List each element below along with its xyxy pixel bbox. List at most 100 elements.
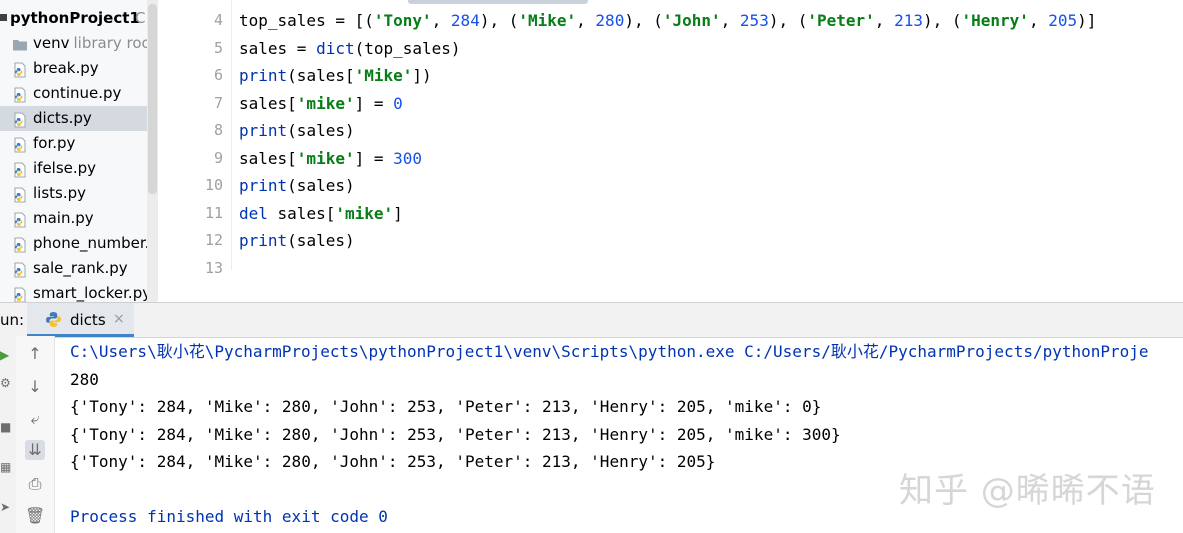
tree-file-break-py[interactable]: break.py	[0, 56, 147, 81]
console-output-line: {'Tony': 284, 'Mike': 280, 'John': 253, …	[70, 424, 841, 444]
code-token: 'Peter'	[807, 11, 875, 30]
print-icon[interactable]: ⎙	[25, 474, 45, 494]
tree-file-dicts-py[interactable]: dicts.py	[0, 106, 147, 131]
code-token: 'mike'	[296, 148, 355, 168]
tree-item-label: venv library root	[33, 34, 157, 52]
code-token: top_sales = [(	[239, 11, 374, 30]
python-file-icon	[12, 261, 28, 278]
code-token: print	[239, 121, 288, 140]
code-token: 'Mike'	[354, 66, 413, 85]
watermark: 知乎 @晞晞不语	[899, 471, 1156, 511]
python-file-icon	[12, 86, 28, 103]
tree-item-label: dicts.py	[33, 109, 92, 127]
python-file-icon	[12, 236, 28, 253]
stop-icon[interactable]: ■	[0, 420, 12, 434]
tree-item-label: continue.py	[33, 84, 122, 102]
tree-file-phone_number-p[interactable]: phone_number.p	[0, 231, 158, 256]
console-command-line: C:\Users\耿小花\PycharmProjects\pythonProje…	[70, 342, 1149, 361]
layout-icon[interactable]: ▦	[0, 460, 12, 474]
tree-file-lists-py[interactable]: lists.py	[0, 181, 147, 206]
code-line[interactable]: sales['mike'] = 0	[239, 92, 403, 116]
folder-icon	[12, 36, 28, 52]
soft-wrap-icon[interactable]: ⤶	[25, 409, 45, 429]
code-token: ,	[1028, 11, 1049, 30]
tree-file-continue-py[interactable]: continue.py	[0, 81, 147, 106]
console-output-line: {'Tony': 284, 'Mike': 280, 'John': 253, …	[70, 452, 716, 471]
code-line[interactable]: sales = dict(top_sales)	[239, 37, 461, 61]
code-line[interactable]: print(sales)	[239, 119, 355, 143]
code-line[interactable]: del sales['mike']	[239, 202, 403, 226]
console-output-line: {'Tony': 284, 'Mike': 280, 'John': 253, …	[70, 397, 822, 416]
code-token: ] =	[354, 148, 394, 168]
code-token: 284	[450, 11, 480, 30]
tab-dicts[interactable]: dicts ×	[27, 303, 134, 337]
editor-scroll-indicator[interactable]	[408, 0, 588, 4]
tree-file-sale_rank-py[interactable]: sale_rank.py	[0, 256, 147, 281]
code-token: ] =	[354, 93, 394, 113]
python-file-icon	[12, 61, 28, 78]
code-token: 'mike'	[296, 93, 355, 113]
code-line[interactable]: top_sales = [('Tony', 284), ('Mike', 280…	[239, 9, 1096, 33]
code-token: ), (	[768, 11, 808, 30]
tree-file-for-py[interactable]: for.py	[0, 131, 147, 156]
code-token: print	[239, 176, 288, 195]
run-panel-header: un: dicts ×	[0, 302, 1183, 338]
code-token: dict	[316, 38, 355, 58]
code-token: 213	[894, 11, 923, 30]
code-token: ), (	[624, 11, 663, 30]
arrow-down-icon[interactable]: ↓	[25, 377, 45, 397]
code-token: del	[239, 203, 268, 223]
code-token: )]	[1077, 11, 1097, 30]
wrench-icon[interactable]: ⚙	[0, 376, 12, 390]
pin-icon[interactable]: ➤	[0, 500, 12, 514]
code-token: ]	[393, 203, 403, 223]
line-number: 13	[204, 258, 223, 277]
trash-icon[interactable]: 🗑	[25, 506, 45, 526]
line-number: 8	[213, 121, 223, 139]
tree-scrollbar-thumb[interactable]	[148, 4, 157, 194]
code-token: 253	[739, 11, 769, 30]
tree-file-main-py[interactable]: main.py	[0, 206, 147, 231]
run-toolbar: ↑ ↓ ⤶ ⇊ ⎙ 🗑	[16, 336, 55, 533]
code-token: 'Mike'	[518, 11, 577, 30]
tree-item-label: phone_number.p	[33, 234, 158, 252]
close-icon[interactable]: ×	[113, 311, 125, 327]
code-token: 'mike'	[335, 203, 394, 223]
line-number: 7	[213, 93, 223, 112]
tree-file-smart_locker-py[interactable]: smart_locker.py	[0, 281, 151, 302]
project-tree-panel: pythonProject1 C:\U venvlibrary rootbrea…	[0, 0, 158, 302]
code-token: 'John'	[662, 11, 721, 30]
tree-folder-venv[interactable]: venv library root	[0, 31, 157, 56]
python-file-icon	[12, 161, 28, 178]
code-editor[interactable]: 4 5 6 7 8 9 10 11 12 13 top_sales = [('Tony', 284…	[158, 0, 1183, 302]
tree-item-label: sale_rank.py	[33, 259, 128, 277]
code-token: 'Henry'	[961, 11, 1029, 30]
code-token: sales[	[239, 148, 297, 168]
code-token: ), (	[479, 11, 519, 30]
rerun-icon[interactable]: ▶	[0, 348, 12, 362]
code-token: 280	[595, 11, 625, 30]
tree-item-label: smart_locker.py	[33, 284, 152, 302]
code-token: 0	[393, 93, 403, 113]
line-number: 5	[213, 38, 223, 57]
line-number: 10	[204, 176, 223, 194]
python-file-icon	[12, 286, 28, 302]
code-token: print	[239, 231, 288, 250]
code-token: (sales)	[287, 176, 355, 195]
python-icon	[46, 312, 61, 327]
code-token: 'Tony'	[373, 11, 432, 30]
tree-file-ifelse-py[interactable]: ifelse.py	[0, 156, 147, 181]
arrow-up-icon[interactable]: ↑	[25, 344, 45, 364]
scroll-to-end-icon[interactable]: ⇊	[25, 440, 45, 460]
code-line[interactable]: print(sales)	[239, 174, 355, 198]
code-token: ,	[874, 11, 895, 30]
code-line[interactable]: print(sales['Mike'])	[239, 64, 432, 88]
project-root-name: pythonProject1	[10, 9, 140, 27]
code-line[interactable]: sales['mike'] = 300	[239, 147, 422, 171]
module-icon	[0, 14, 7, 21]
code-token: sales[	[267, 203, 336, 223]
tree-item-label: break.py	[33, 59, 99, 77]
line-number: 11	[204, 203, 223, 222]
line-number: 9	[213, 148, 223, 167]
code-line[interactable]: print(sales)	[239, 229, 355, 253]
